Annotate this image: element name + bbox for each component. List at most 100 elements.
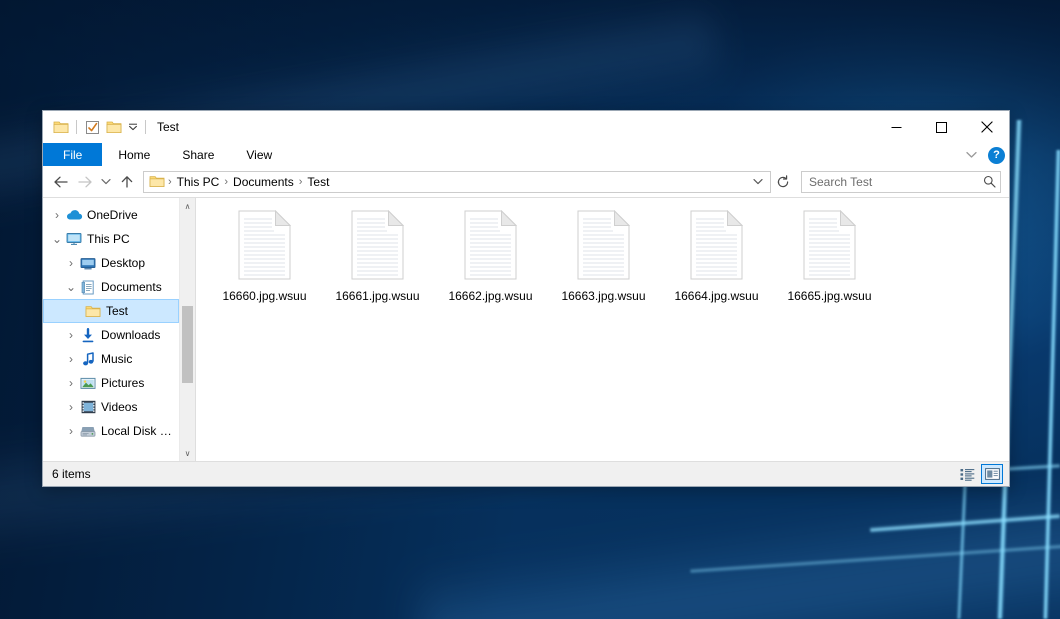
document-file-icon — [351, 210, 404, 280]
sidebar-label: Music — [101, 352, 132, 366]
expand-ribbon-chevron-down-icon[interactable] — [962, 146, 980, 164]
file-item[interactable]: 16662.jpg.wsuu — [434, 208, 547, 303]
breadcrumb-right-controls — [748, 172, 768, 192]
breadcrumb-item-this-pc[interactable]: This PC — [173, 175, 224, 189]
chevron-down-icon[interactable]: ⌄ — [49, 231, 65, 247]
large-icons-view-button[interactable] — [981, 464, 1003, 484]
sidebar-label: Test — [106, 304, 128, 318]
chevron-right-icon[interactable]: › — [63, 351, 79, 367]
file-item[interactable]: 16660.jpg.wsuu — [208, 208, 321, 303]
view-toggle-group — [956, 464, 1003, 484]
file-item[interactable]: 16661.jpg.wsuu — [321, 208, 434, 303]
sidebar-label: Local Disk (C:) — [101, 424, 175, 438]
file-explorer-window: Test File Home Share View — [42, 110, 1010, 487]
breadcrumb-item-documents[interactable]: Documents — [229, 175, 298, 189]
document-file-icon — [464, 210, 517, 280]
ribbon-right-controls: ? — [962, 143, 1005, 167]
drive-icon — [79, 423, 97, 439]
close-button[interactable] — [964, 111, 1009, 143]
window-title: Test — [157, 120, 179, 134]
chevron-right-icon[interactable]: › — [63, 399, 79, 415]
sidebar-item-downloads[interactable]: › Downloads — [43, 323, 179, 347]
search-input[interactable]: Search Test — [809, 175, 983, 189]
navigation-tree: › OneDrive ⌄ — [43, 198, 179, 461]
sidebar-item-desktop[interactable]: › Desktop — [43, 251, 179, 275]
download-icon — [79, 327, 97, 343]
sidebar-item-this-pc[interactable]: ⌄ This PC — [43, 227, 179, 251]
sidebar-label: Downloads — [101, 328, 160, 342]
folder-icon[interactable] — [50, 116, 72, 138]
tab-share[interactable]: Share — [166, 143, 230, 166]
refresh-button[interactable] — [771, 170, 795, 194]
quick-access-toolbar: Test — [43, 111, 179, 143]
file-item[interactable]: 16665.jpg.wsuu — [773, 208, 886, 303]
chevron-right-icon[interactable]: › — [63, 375, 79, 391]
desktop-background: Test File Home Share View — [0, 0, 1060, 619]
help-button[interactable]: ? — [988, 147, 1005, 164]
scrollbar-track[interactable] — [180, 214, 195, 445]
breadcrumb-item-test[interactable]: Test — [303, 175, 333, 189]
qat-separator-1 — [76, 120, 77, 134]
sidebar-item-onedrive[interactable]: › OneDrive — [43, 203, 179, 227]
breadcrumb[interactable]: › This PC › Documents › Test — [143, 171, 771, 193]
chevron-right-icon[interactable]: › — [63, 327, 79, 343]
back-button[interactable] — [49, 170, 73, 194]
qat-separator-2 — [145, 120, 146, 134]
sidebar-label: Documents — [101, 280, 162, 294]
item-count-label: 6 items — [52, 467, 956, 481]
chevron-right-icon[interactable]: › — [49, 207, 65, 223]
navigation-pane: › OneDrive ⌄ — [43, 198, 196, 461]
minimize-button[interactable] — [874, 111, 919, 143]
explorer-body: › OneDrive ⌄ — [43, 197, 1009, 461]
address-dropdown-chevron-down-icon[interactable] — [748, 172, 768, 192]
customize-qat-chevron-down-icon[interactable] — [125, 116, 141, 138]
search-icon[interactable] — [983, 175, 996, 188]
videos-icon — [79, 399, 97, 415]
sidebar-label: This PC — [87, 232, 130, 246]
file-list-pane[interactable]: 16660.jpg.wsuu — [196, 198, 1009, 461]
sidebar-item-pictures[interactable]: › Pictures — [43, 371, 179, 395]
details-view-button[interactable] — [956, 464, 978, 484]
sidebar-item-videos[interactable]: › — [43, 395, 179, 419]
window-controls — [874, 111, 1009, 143]
monitor-icon — [65, 231, 83, 247]
chevron-right-icon[interactable]: › — [63, 423, 79, 439]
tab-home[interactable]: Home — [102, 143, 166, 166]
sidebar-label: Videos — [101, 400, 137, 414]
document-file-icon — [577, 210, 630, 280]
address-bar-row: › This PC › Documents › Test — [43, 167, 1009, 197]
sidebar-label: Desktop — [101, 256, 145, 270]
sidebar-item-documents[interactable]: ⌄ Documents — [43, 275, 179, 299]
chevron-right-icon[interactable]: › — [63, 255, 79, 271]
recent-locations-chevron-down-icon[interactable] — [97, 170, 115, 194]
title-bar: Test — [43, 111, 1009, 143]
up-button[interactable] — [115, 170, 139, 194]
sidebar-item-music[interactable]: › Music — [43, 347, 179, 371]
pictures-icon — [79, 375, 97, 391]
sidebar-label: Pictures — [101, 376, 144, 390]
tab-file[interactable]: File — [43, 143, 102, 166]
file-name: 16661.jpg.wsuu — [335, 289, 419, 303]
scrollbar-thumb[interactable] — [182, 306, 193, 382]
sidebar-item-test[interactable]: Test — [43, 299, 179, 323]
chevron-down-icon[interactable]: ⌄ — [63, 279, 79, 295]
search-box[interactable]: Search Test — [801, 171, 1001, 193]
sidebar-label: OneDrive — [87, 208, 138, 222]
sidebar-item-local-disk-c[interactable]: › Local Disk (C:) — [43, 419, 179, 443]
cloud-icon — [65, 207, 83, 223]
forward-button[interactable] — [73, 170, 97, 194]
ribbon-tab-strip: File Home Share View ? — [43, 143, 1009, 167]
maximize-button[interactable] — [919, 111, 964, 143]
document-file-icon — [803, 210, 856, 280]
scroll-up-arrow-icon[interactable]: ∧ — [180, 198, 195, 214]
file-item[interactable]: 16663.jpg.wsuu — [547, 208, 660, 303]
breadcrumb-folder-icon — [149, 175, 165, 188]
document-file-icon — [690, 210, 743, 280]
navigation-pane-scrollbar[interactable]: ∧ ∨ — [179, 198, 195, 461]
scroll-down-arrow-icon[interactable]: ∨ — [180, 445, 195, 461]
properties-icon[interactable] — [81, 116, 103, 138]
document-file-icon — [238, 210, 291, 280]
tab-view[interactable]: View — [230, 143, 288, 166]
new-folder-icon[interactable] — [103, 116, 125, 138]
file-item[interactable]: 16664.jpg.wsuu — [660, 208, 773, 303]
